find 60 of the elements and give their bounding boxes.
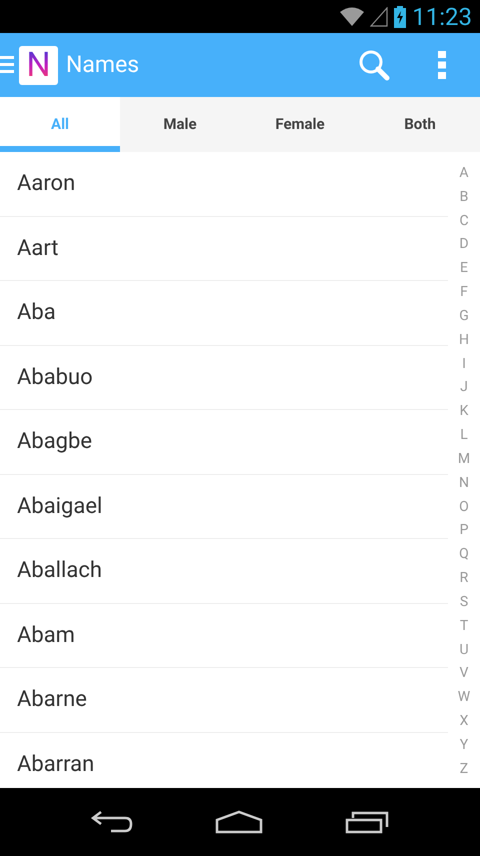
index-letter[interactable]: J (460, 380, 468, 394)
name-text: Abarne (17, 686, 87, 714)
battery-icon (394, 6, 406, 28)
name-row[interactable]: Abarne (0, 668, 448, 732)
index-letter[interactable]: F (460, 285, 468, 300)
home-icon[interactable] (215, 810, 263, 834)
name-row[interactable]: Ababuo (0, 346, 448, 410)
app-title: Names (66, 50, 140, 80)
name-text: Abaigael (17, 492, 102, 521)
index-letter[interactable]: I (462, 356, 466, 371)
index-letter[interactable]: H (459, 332, 469, 347)
index-letter[interactable]: L (460, 428, 468, 442)
name-row[interactable]: Aba (0, 281, 448, 346)
index-letter[interactable]: Q (459, 547, 469, 562)
index-letter[interactable]: C (459, 214, 469, 228)
name-row[interactable]: Abagbe (0, 410, 448, 474)
name-row[interactable]: Aaron (0, 152, 448, 216)
back-icon[interactable] (91, 810, 133, 834)
tab[interactable]: Male (120, 97, 240, 152)
index-letter[interactable]: Y (460, 738, 468, 752)
more-icon (438, 51, 446, 79)
index-letter[interactable]: W (458, 690, 470, 704)
name-text: Aba (17, 299, 56, 328)
wifi-icon (340, 6, 364, 26)
name-text: Abarran (17, 750, 94, 779)
tab[interactable]: Female (240, 97, 360, 152)
name-text: Aballach (17, 557, 102, 586)
index-letter[interactable]: R (460, 571, 468, 586)
index-letter[interactable]: K (460, 404, 468, 418)
index-letter[interactable]: O (459, 500, 469, 514)
signal-icon (370, 6, 388, 26)
index-letter[interactable]: D (459, 237, 469, 252)
index-letter[interactable]: G (459, 308, 469, 323)
index-letter[interactable]: S (460, 594, 468, 609)
name-text: Abam (17, 622, 75, 650)
index-letter[interactable]: T (460, 618, 468, 633)
name-row[interactable]: Aballach (0, 539, 448, 604)
recent-apps-icon[interactable] (345, 810, 389, 834)
index-letter[interactable]: P (460, 523, 468, 538)
index-letter[interactable]: X (460, 714, 468, 728)
name-text: Aaron (17, 170, 76, 198)
index-letter[interactable]: M (458, 452, 470, 466)
name-row[interactable]: Abam (0, 604, 448, 668)
index-letter[interactable]: B (460, 190, 468, 204)
tab[interactable]: All (0, 97, 120, 152)
index-letter[interactable]: U (459, 642, 469, 657)
name-row[interactable]: Aart (0, 216, 448, 281)
index-letter[interactable]: V (460, 666, 468, 680)
app-logo: N (19, 46, 58, 84)
name-row[interactable]: Abaigael (0, 474, 448, 539)
search-icon (358, 49, 390, 81)
clock: 11:23 (412, 4, 472, 28)
tab[interactable]: Both (360, 97, 480, 152)
index-letter[interactable]: N (459, 476, 469, 490)
name-text: Abagbe (17, 428, 92, 456)
index-letter[interactable]: Z (460, 762, 468, 776)
name-text: Aart (17, 234, 59, 263)
index-letter[interactable]: A (459, 166, 469, 180)
name-text: Ababuo (17, 364, 93, 392)
index-letter[interactable]: E (460, 261, 468, 276)
